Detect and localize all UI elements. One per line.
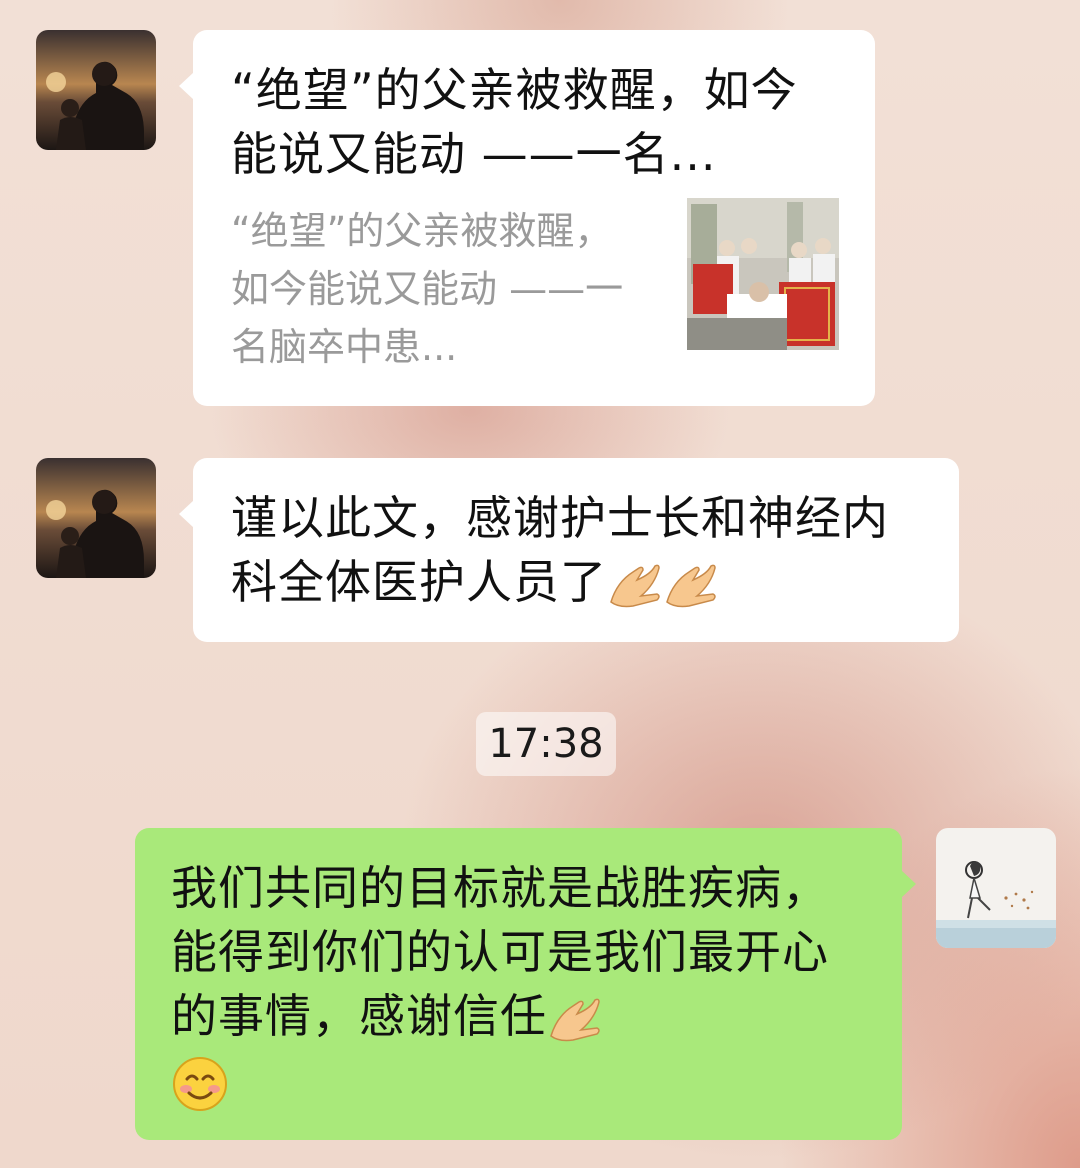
message-text: 我们共同的目标就是战胜疾病，能得到你们的认可是我们最开心的事情，感谢信任 xyxy=(171,856,871,1113)
bubble-tail xyxy=(179,500,194,528)
father-child-sunset-icon xyxy=(36,458,156,578)
father-child-sunset-icon xyxy=(36,30,156,150)
outgoing-message-bubble[interactable]: 我们共同的目标就是战胜疾病，能得到你们的认可是我们最开心的事情，感谢信任 xyxy=(135,828,916,1140)
my-avatar[interactable] xyxy=(936,828,1056,948)
chat-timestamp: 17:38 xyxy=(476,712,616,776)
message-text-content: 我们共同的目标就是战胜疾病，能得到你们的认可是我们最开心的事情，感谢信任 xyxy=(171,861,829,1043)
link-card-bubble[interactable]: “绝望”的父亲被救醒，如今能说又能动 ——一名... “绝望”的父亲被救醒，如今… xyxy=(179,30,875,406)
bubble-tail xyxy=(179,72,194,100)
link-card-title: “绝望”的父亲被救醒，如今能说又能动 ——一名... xyxy=(231,63,798,181)
clasped-hands-emoji-icon xyxy=(550,998,600,1041)
sketch-girl-avatar-icon xyxy=(936,828,1056,948)
message-text-content: 谨以此文，感谢护士长和神经内科全体医护人员了 xyxy=(231,491,889,609)
clasped-hands-emoji-icon xyxy=(666,564,716,607)
link-card-description: “绝望”的父亲被救醒，如今能说又能动 ——一名脑卒中患... xyxy=(231,209,624,369)
message-text: 谨以此文，感谢护士长和神经内科全体医护人员了 xyxy=(231,486,931,614)
blushing-smile-emoji-icon xyxy=(173,1056,227,1111)
bubble-tail xyxy=(901,870,916,898)
hospital-group-photo-thumbnail xyxy=(687,198,839,350)
contact-avatar[interactable] xyxy=(36,458,156,578)
contact-avatar[interactable] xyxy=(36,30,156,150)
clasped-hands-emoji-icon xyxy=(610,564,660,607)
incoming-message-bubble[interactable]: 谨以此文，感谢护士长和神经内科全体医护人员了 xyxy=(179,458,959,642)
